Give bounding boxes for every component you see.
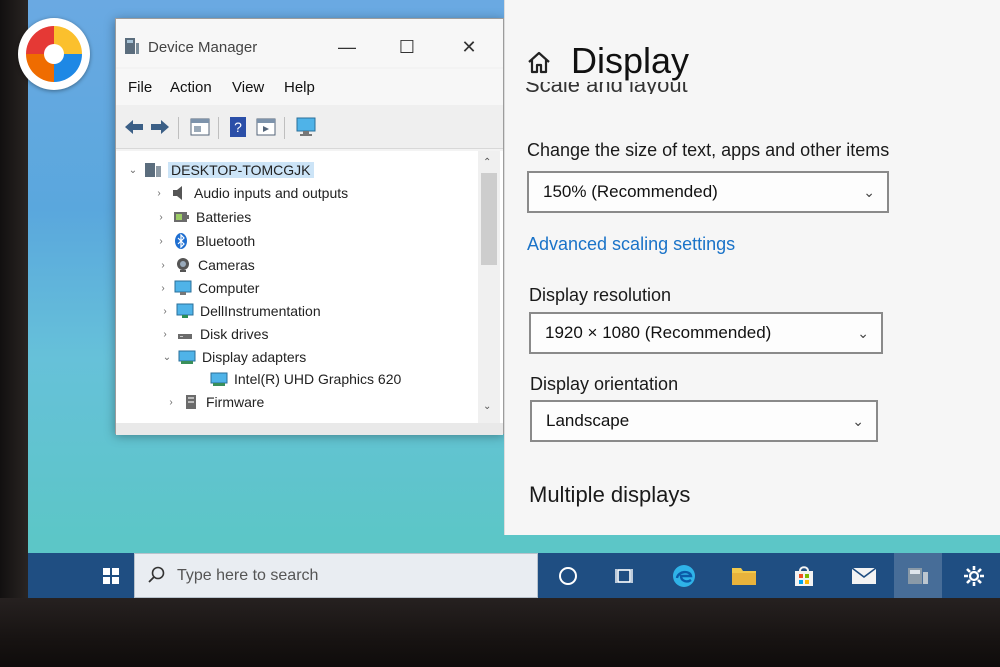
store-icon[interactable] [780, 553, 828, 598]
orientation-dropdown[interactable]: Landscape ⌄ [530, 400, 878, 442]
computer-icon [174, 280, 192, 295]
settings-gear-icon[interactable] [950, 553, 998, 598]
chevron-down-icon[interactable]: ⌄ [160, 352, 174, 363]
scan-hardware-icon[interactable] [294, 115, 318, 139]
scale-dropdown[interactable]: 150% (Recommended) ⌄ [527, 171, 889, 213]
page-title: Display [571, 40, 690, 81]
cortana-icon[interactable] [544, 553, 592, 598]
resolution-dropdown[interactable]: 1920 × 1080 (Recommended) ⌄ [529, 312, 883, 354]
speaker-icon [173, 186, 182, 200]
resolution-label: Display resolution [529, 285, 672, 305]
desktop-screen: Device Manager — ☐ ✕ File Action View He… [28, 0, 1000, 598]
start-icon[interactable] [86, 553, 136, 598]
logo-icon [26, 26, 82, 82]
device-manager-window: Device Manager — ☐ ✕ File Action View He… [115, 18, 504, 435]
search-icon [148, 566, 165, 583]
monitor-icon [176, 303, 194, 318]
toolbar-separator [218, 117, 219, 139]
update-driver-icon[interactable] [254, 115, 278, 139]
toolbar-separator [178, 117, 179, 139]
chevron-right-icon[interactable]: › [152, 188, 166, 199]
svg-text:?: ? [234, 119, 242, 135]
minimize-button[interactable]: — [324, 29, 370, 65]
taskbar: Type here to search [28, 553, 1000, 598]
tree-item[interactable]: › Computer [156, 277, 259, 299]
back-arrow-icon[interactable] [122, 115, 146, 139]
tree-item[interactable]: › DellInstrumentation [158, 300, 320, 322]
brand-logo [18, 18, 90, 90]
camera-icon [177, 258, 189, 272]
tree-item[interactable]: › Disk drives [158, 323, 268, 345]
device-manager-title: Device Manager [148, 39, 258, 56]
toolbar-separator [284, 117, 285, 139]
section-heading-multiple: Multiple displays [529, 482, 691, 507]
menu-bar: File Action View Help [116, 69, 503, 105]
monitor-bezel-bottom [0, 598, 1000, 667]
device-manager-taskbar-icon[interactable] [894, 553, 942, 598]
computer-icon [145, 163, 161, 177]
close-button[interactable]: ✕ [446, 29, 492, 65]
menu-view[interactable]: View [232, 79, 264, 96]
help-icon[interactable]: ? [226, 115, 250, 139]
vertical-scrollbar[interactable]: ⌃ ⌄ [478, 151, 500, 423]
tree-item[interactable]: › Firmware [164, 391, 264, 413]
menu-file[interactable]: File [128, 79, 152, 96]
search-placeholder: Type here to search [177, 567, 319, 584]
tree-item[interactable]: › Batteries [154, 206, 251, 228]
scroll-down-icon[interactable]: ⌄ [483, 401, 491, 412]
toolbar: ? [116, 105, 503, 149]
device-manager-titlebar[interactable]: Device Manager — ☐ ✕ [116, 19, 503, 67]
section-heading-scale: Scale and layout [525, 82, 688, 94]
menu-action[interactable]: Action [170, 79, 212, 96]
chevron-down-icon: ⌄ [857, 325, 869, 341]
tree-item[interactable]: › Audio inputs and outputs [152, 182, 348, 204]
taskbar-search-box[interactable]: Type here to search [134, 553, 538, 598]
menu-help[interactable]: Help [284, 79, 315, 96]
device-tree: ⌄ DESKTOP-TOMCGJK › Audio inputs and out… [116, 151, 503, 423]
orientation-label: Display orientation [530, 374, 679, 394]
scale-label: Change the size of text, apps and other … [527, 140, 890, 160]
maximize-button[interactable]: ☐ [384, 29, 430, 65]
firmware-icon [186, 395, 196, 409]
tree-root[interactable]: ⌄ DESKTOP-TOMCGJK [126, 159, 314, 181]
chevron-right-icon[interactable]: › [158, 306, 172, 317]
scrollbar-thumb[interactable] [481, 173, 497, 265]
mail-icon[interactable] [840, 553, 888, 598]
file-explorer-icon[interactable] [720, 553, 768, 598]
tree-item[interactable]: › Bluetooth [154, 230, 255, 252]
edge-icon[interactable] [660, 553, 708, 598]
tree-item[interactable]: › Cameras [156, 254, 254, 276]
chevron-right-icon[interactable]: › [156, 283, 170, 294]
tree-item-child[interactable]: Intel(R) UHD Graphics 620 [206, 368, 401, 390]
task-view-icon[interactable] [600, 553, 648, 598]
device-manager-icon [125, 38, 139, 54]
chevron-right-icon[interactable]: › [156, 260, 170, 271]
chevron-down-icon: ⌄ [863, 184, 875, 200]
monitor-bezel-left [0, 0, 30, 667]
display-adapter-icon [210, 372, 228, 386]
chevron-right-icon[interactable]: › [154, 212, 168, 223]
display-adapter-icon [178, 350, 196, 364]
scroll-up-icon[interactable]: ⌃ [483, 157, 491, 168]
horizontal-scrollbar[interactable] [116, 423, 503, 435]
chevron-right-icon[interactable]: › [164, 397, 178, 408]
chevron-right-icon[interactable]: › [158, 329, 172, 340]
disk-icon [178, 334, 192, 339]
chevron-down-icon[interactable]: ⌄ [126, 165, 140, 176]
battery-icon [174, 212, 189, 222]
home-icon[interactable] [525, 48, 553, 76]
properties-icon[interactable] [188, 115, 212, 139]
tree-item[interactable]: ⌄ Display adapters [160, 346, 306, 368]
advanced-scaling-link[interactable]: Advanced scaling settings [527, 234, 735, 255]
forward-arrow-icon[interactable] [148, 115, 172, 139]
chevron-down-icon: ⌄ [852, 413, 864, 429]
settings-window: Display Scale and layout Change the size… [504, 0, 1000, 535]
chevron-right-icon[interactable]: › [154, 236, 168, 247]
bluetooth-icon [175, 233, 187, 249]
